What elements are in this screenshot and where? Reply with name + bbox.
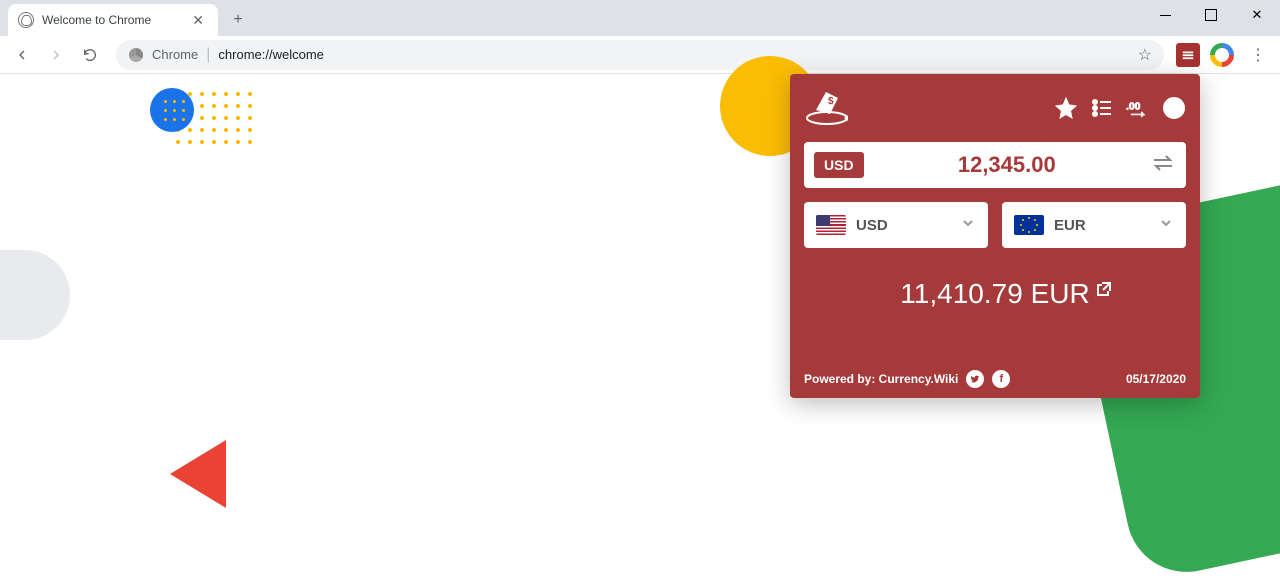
date-label: 05/17/2020 [1126, 372, 1186, 386]
chrome-icon [128, 47, 144, 63]
maximize-button[interactable] [1188, 0, 1234, 30]
profile-avatar[interactable] [1210, 43, 1234, 67]
currency-converter-popup: $ .00 USD 12,345.00 USD [790, 74, 1200, 398]
currency-logo-icon: $ [804, 88, 850, 128]
popup-toolbar: .00 [1054, 96, 1186, 120]
decoration-grey-blob [0, 250, 70, 340]
close-window-button[interactable] [1234, 0, 1280, 30]
extension-button[interactable] [1176, 43, 1200, 67]
tab-title: Welcome to Chrome [42, 13, 180, 27]
toolbar: Chrome | chrome://welcome ☆ ⋮ [0, 36, 1280, 74]
us-flag-icon [816, 215, 846, 235]
to-currency-label: EUR [1054, 217, 1148, 234]
tab-close-button[interactable]: ✕ [188, 10, 208, 31]
separator: | [206, 46, 210, 64]
result-value: 11,410.79 [900, 278, 1023, 309]
chevron-down-icon [1158, 215, 1174, 236]
svg-text:.00: .00 [1126, 102, 1141, 113]
window-controls [1142, 0, 1280, 30]
external-link-icon[interactable] [1096, 272, 1112, 304]
minimize-button[interactable] [1142, 0, 1188, 30]
kebab-menu-icon[interactable]: ⋮ [1244, 41, 1272, 69]
decoration-red-triangle [170, 440, 226, 508]
title-bar: Welcome to Chrome ✕ + [0, 0, 1280, 36]
list-settings-icon[interactable] [1090, 96, 1114, 120]
favorites-star-icon[interactable] [1054, 96, 1078, 120]
globe-icon[interactable] [1162, 96, 1186, 120]
eu-flag-icon [1014, 215, 1044, 235]
to-currency-select[interactable]: EUR [1002, 202, 1186, 248]
forward-button[interactable] [42, 41, 70, 69]
globe-icon [18, 12, 34, 28]
popup-footer: Powered by: Currency.Wiki f 05/17/2020 [804, 370, 1186, 388]
currency-selectors: USD EUR [804, 202, 1186, 248]
browser-tab[interactable]: Welcome to Chrome ✕ [8, 4, 218, 36]
decoration-blue-circle [150, 88, 194, 132]
swap-button[interactable] [1150, 153, 1176, 178]
popup-header: $ .00 [804, 88, 1186, 128]
from-currency-select[interactable]: USD [804, 202, 988, 248]
source-currency-badge: USD [814, 152, 864, 178]
bookmark-star-icon[interactable]: ☆ [1138, 45, 1152, 65]
amount-input-row: USD 12,345.00 [804, 142, 1186, 188]
from-currency-label: USD [856, 217, 950, 234]
decimal-places-icon[interactable]: .00 [1126, 96, 1150, 120]
amount-input[interactable]: 12,345.00 [874, 152, 1140, 178]
reload-button[interactable] [76, 41, 104, 69]
powered-by-label: Powered by: Currency.Wiki [804, 372, 958, 386]
new-tab-button[interactable]: + [224, 6, 252, 34]
svg-text:$: $ [828, 96, 834, 107]
chevron-down-icon [960, 215, 976, 236]
result-currency: EUR [1031, 278, 1090, 309]
conversion-result: 11,410.79 EUR [804, 278, 1186, 310]
url-origin: Chrome [152, 47, 198, 62]
back-button[interactable] [8, 41, 36, 69]
facebook-icon[interactable]: f [992, 370, 1010, 388]
twitter-icon[interactable] [966, 370, 984, 388]
url-path: chrome://welcome [218, 47, 323, 62]
address-bar[interactable]: Chrome | chrome://welcome ☆ [116, 40, 1164, 70]
